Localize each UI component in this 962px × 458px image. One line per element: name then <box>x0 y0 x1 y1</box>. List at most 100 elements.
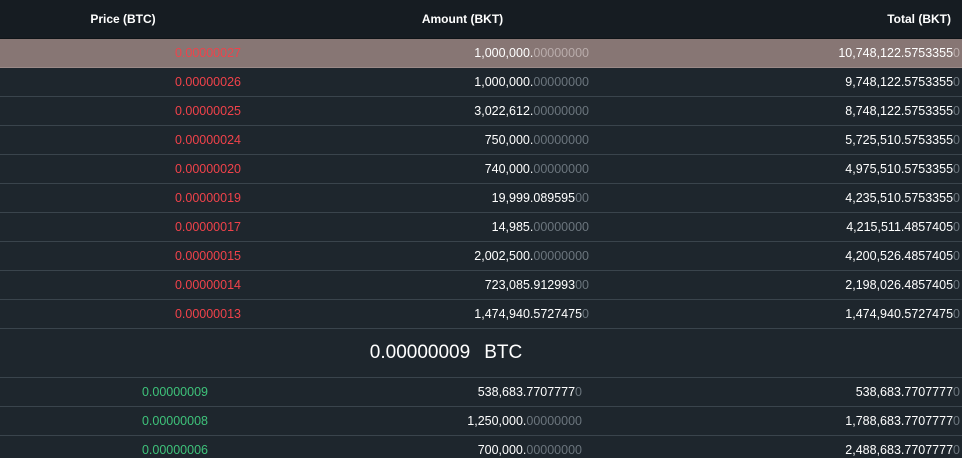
order-amount: 1,000,000.00000000 <box>241 46 589 60</box>
order-total: 1,474,940.57274750 <box>589 307 962 321</box>
order-total-main: 2,198,026.4857405 <box>845 278 954 292</box>
order-amount-trailing-zeros: 00000000 <box>533 162 589 176</box>
order-amount-main: 1,250,000. <box>467 414 527 428</box>
order-amount-main: 700,000. <box>477 443 527 457</box>
ask-order-row[interactable]: 0.00000015 2,002,500.00000000 4,200,526.48… <box>0 242 962 271</box>
order-total: 4,215,511.48574050 <box>589 220 962 234</box>
order-total-trailing-zeros: 0 <box>953 249 960 263</box>
ask-orders-list: 0.00000027 1,000,000.00000000 10,748,122.5… <box>0 39 962 329</box>
order-amount: 740,000.00000000 <box>241 162 589 176</box>
order-price: 0.00000017 <box>174 220 241 234</box>
order-price: 0.00000019 <box>174 191 241 205</box>
last-price-unit: BTC <box>484 342 523 363</box>
order-total: 1,788,683.77077770 <box>582 414 962 428</box>
order-total-main: 5,725,510.5753355 <box>845 133 954 147</box>
order-amount-trailing-zeros: 00000000 <box>533 249 589 263</box>
order-total: 2,198,026.48574050 <box>589 278 962 292</box>
order-total-trailing-zeros: 0 <box>953 191 960 205</box>
order-total-main: 10,748,122.5753355 <box>838 46 954 60</box>
ask-order-row[interactable]: 0.00000027 1,000,000.00000000 10,748,122.5… <box>0 39 962 68</box>
order-price: 0.00000027 <box>174 46 241 60</box>
order-amount-trailing-zeros: 00 <box>575 278 589 292</box>
order-amount-main: 1,000,000. <box>474 46 534 60</box>
ask-order-row[interactable]: 0.00000026 1,000,000.00000000 9,748,122.57… <box>0 68 962 97</box>
order-total: 9,748,122.57533550 <box>589 75 962 89</box>
ask-order-row[interactable]: 0.00000014 723,085.91299300 2,198,026.4857… <box>0 271 962 300</box>
order-total-trailing-zeros: 0 <box>953 307 960 321</box>
order-amount-trailing-zeros: 00000000 <box>526 443 582 457</box>
order-amount-trailing-zeros: 00000000 <box>533 104 589 118</box>
bid-orders-list: 0.00000009 538,683.77077770 538,683.770777… <box>0 378 962 458</box>
order-total-main: 4,200,526.4857405 <box>845 249 954 263</box>
order-amount: 2,002,500.00000000 <box>241 249 589 263</box>
order-total-trailing-zeros: 0 <box>953 133 960 147</box>
ask-order-row[interactable]: 0.00000020 740,000.00000000 4,975,510.5753… <box>0 155 962 184</box>
ask-order-row[interactable]: 0.00000017 14,985.00000000 4,215,511.48574… <box>0 213 962 242</box>
order-total-main: 2,488,683.7707777 <box>845 443 954 457</box>
order-amount-trailing-zeros: 00 <box>575 191 589 205</box>
total-column-header[interactable]: Total (BKT) <box>640 12 962 26</box>
ask-order-row[interactable]: 0.00000013 1,474,940.57274750 1,474,940.57… <box>0 300 962 329</box>
order-amount-main: 14,985. <box>491 220 534 234</box>
order-total-trailing-zeros: 0 <box>953 385 960 399</box>
order-total-trailing-zeros: 0 <box>953 162 960 176</box>
order-total: 4,235,510.57533550 <box>589 191 962 205</box>
order-price: 0.00000014 <box>174 278 241 292</box>
order-total-trailing-zeros: 0 <box>953 278 960 292</box>
order-price: 0.00000006 <box>141 443 208 457</box>
order-price: 0.00000015 <box>174 249 241 263</box>
order-total-trailing-zeros: 0 <box>953 46 960 60</box>
order-total: 10,748,122.57533550 <box>589 46 962 60</box>
ask-order-row[interactable]: 0.00000024 750,000.00000000 5,725,510.5753… <box>0 126 962 155</box>
order-amount-main: 1,474,940.5727475 <box>474 307 583 321</box>
order-amount: 14,985.00000000 <box>241 220 589 234</box>
last-price-display: 0.00000009 BTC <box>0 329 962 378</box>
order-price: 0.00000008 <box>141 414 208 428</box>
order-total: 4,975,510.57533550 <box>589 162 962 176</box>
order-amount-main: 740,000. <box>484 162 534 176</box>
bid-order-row[interactable]: 0.00000008 1,250,000.00000000 1,788,683.77… <box>0 407 962 436</box>
amount-column-header[interactable]: Amount (BKT) <box>240 12 640 26</box>
order-total-main: 538,683.7707777 <box>855 385 954 399</box>
order-amount: 19,999.08959500 <box>241 191 589 205</box>
order-total-main: 1,474,940.5727475 <box>845 307 954 321</box>
order-total-main: 1,788,683.7707777 <box>845 414 954 428</box>
order-amount-trailing-zeros: 00000000 <box>533 133 589 147</box>
bid-order-row[interactable]: 0.00000006 700,000.00000000 2,488,683.7707… <box>0 436 962 458</box>
order-amount: 700,000.00000000 <box>208 443 582 457</box>
order-amount-main: 3,022,612. <box>474 104 534 118</box>
order-total-trailing-zeros: 0 <box>953 75 960 89</box>
order-total: 8,748,122.57533550 <box>589 104 962 118</box>
order-total-main: 4,215,511.4857405 <box>846 220 954 234</box>
order-amount-trailing-zeros: 00000000 <box>533 46 589 60</box>
order-price: 0.00000025 <box>174 104 241 118</box>
order-total: 5,725,510.57533550 <box>589 133 962 147</box>
order-amount: 3,022,612.00000000 <box>241 104 589 118</box>
order-amount: 1,000,000.00000000 <box>241 75 589 89</box>
order-price: 0.00000009 <box>141 385 208 399</box>
order-amount-trailing-zeros: 0 <box>582 307 589 321</box>
order-total-trailing-zeros: 0 <box>953 104 960 118</box>
order-amount: 750,000.00000000 <box>241 133 589 147</box>
order-book: Price (BTC) Amount (BKT) Total (BKT) 0.0… <box>0 0 962 458</box>
price-column-header[interactable]: Price (BTC) <box>0 12 240 26</box>
order-total-main: 9,748,122.5753355 <box>845 75 954 89</box>
ask-order-row[interactable]: 0.00000019 19,999.08959500 4,235,510.57533… <box>0 184 962 213</box>
order-total-trailing-zeros: 0 <box>953 414 960 428</box>
bid-order-row[interactable]: 0.00000009 538,683.77077770 538,683.770777… <box>0 378 962 407</box>
order-total-main: 4,235,510.5753355 <box>845 191 954 205</box>
order-total: 2,488,683.77077770 <box>582 443 962 457</box>
order-amount: 1,250,000.00000000 <box>208 414 582 428</box>
order-total-trailing-zeros: 0 <box>953 443 960 457</box>
order-price: 0.00000020 <box>174 162 241 176</box>
ask-order-row[interactable]: 0.00000025 3,022,612.00000000 8,748,122.57… <box>0 97 962 126</box>
order-amount-main: 19,999.089595 <box>491 191 576 205</box>
order-book-header: Price (BTC) Amount (BKT) Total (BKT) <box>0 0 962 39</box>
order-amount-main: 2,002,500. <box>474 249 534 263</box>
order-amount-main: 538,683.7707777 <box>477 385 576 399</box>
order-amount-trailing-zeros: 00000000 <box>533 75 589 89</box>
order-total-main: 8,748,122.5753355 <box>845 104 954 118</box>
order-total: 538,683.77077770 <box>582 385 962 399</box>
order-amount-trailing-zeros: 00000000 <box>533 220 589 234</box>
order-total-main: 4,975,510.5753355 <box>845 162 954 176</box>
